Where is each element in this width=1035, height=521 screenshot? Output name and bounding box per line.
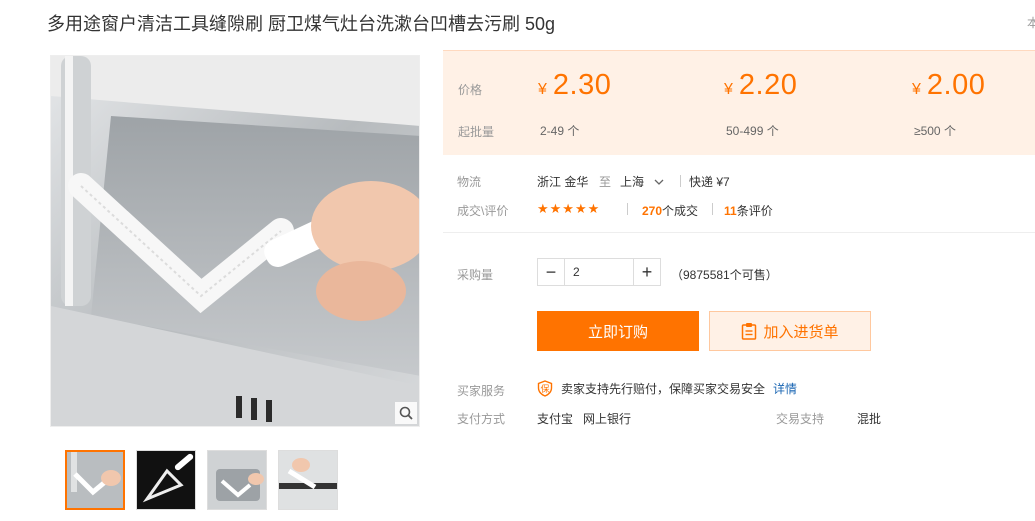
- chevron-down-icon: [654, 179, 664, 185]
- shipping-fee: 快递 ¥7: [689, 175, 730, 189]
- price-label: 价格: [458, 83, 483, 97]
- price-panel: 价格 起批量 ¥2.30 2-49 个 ¥2.20 50-499 个 ¥2.00…: [443, 50, 1035, 155]
- shield-badge-char: 保: [540, 384, 550, 394]
- thumbnail-1[interactable]: [65, 450, 125, 510]
- payment-method-alipay: 支付宝: [537, 412, 574, 426]
- stock-available: （9875581个可售）: [671, 268, 778, 282]
- reviews-count: 11: [724, 204, 737, 218]
- main-product-image[interactable]: [50, 55, 420, 427]
- divider: [680, 175, 681, 187]
- batch-label: 起批量: [458, 125, 495, 139]
- payment-label: 支付方式: [457, 412, 506, 426]
- rating-stars: ★★★★★: [537, 201, 601, 216]
- divider: [712, 203, 713, 215]
- buyer-service-label: 买家服务: [457, 384, 506, 398]
- price-tier-2: ¥2.20: [724, 69, 797, 102]
- guarantee-details-link[interactable]: 详情: [773, 380, 797, 397]
- batch-range-2: 50-499 个: [726, 124, 779, 138]
- guarantee-row: 保 卖家支持先行赔付，保障买家交易安全 详情: [537, 380, 797, 397]
- currency-symbol: ¥: [912, 81, 921, 98]
- section-divider: [443, 232, 1035, 233]
- thumbnail-3[interactable]: [207, 450, 267, 510]
- price-tier-3: ¥2.00: [912, 69, 985, 102]
- increase-quantity-button[interactable]: +: [634, 259, 660, 285]
- product-title: 多用途窗户清洁工具缝隙刷 厨卫煤气灶台洗漱台凹槽去污刷 50g: [47, 14, 556, 34]
- deals-count-link[interactable]: 270个成交: [642, 202, 698, 219]
- deals-suffix: 个成交: [662, 204, 699, 218]
- add-to-purchase-list-button[interactable]: 加入进货单: [709, 311, 871, 351]
- quantity-stepper: − +: [537, 258, 661, 286]
- price-value: 2.20: [738, 69, 798, 101]
- logistics-label: 物流: [457, 175, 482, 189]
- currency-symbol: ¥: [538, 81, 547, 98]
- ship-to-select[interactable]: 上海: [620, 173, 664, 190]
- quantity-input[interactable]: [564, 259, 634, 285]
- ship-to-city: 上海: [620, 175, 645, 189]
- price-value: 2.30: [552, 69, 612, 101]
- reviews-label: 成交\评价: [457, 204, 509, 218]
- price-value: 2.00: [926, 69, 986, 101]
- payment-method-bank: 网上银行: [583, 412, 632, 426]
- buy-now-button[interactable]: 立即订购: [537, 311, 699, 351]
- add-to-list-label: 加入进货单: [763, 323, 839, 341]
- ship-from: 浙江 金华: [537, 175, 589, 189]
- batch-range-3: ≥500 个: [914, 124, 956, 138]
- ship-to-word: 至: [599, 175, 612, 189]
- batch-range-1: 2-49 个: [540, 124, 580, 138]
- price-tier-1: ¥2.30: [538, 69, 611, 102]
- guarantee-text: 卖家支持先行赔付，保障买家交易安全: [561, 382, 766, 396]
- clipboard-icon: [742, 323, 757, 340]
- divider: [627, 203, 628, 215]
- deals-count: 270: [642, 204, 663, 218]
- product-photo: [51, 56, 419, 426]
- title-overflow-text: 本: [1027, 16, 1035, 30]
- thumbnail-2[interactable]: [136, 450, 196, 510]
- trade-support-value: 混批: [857, 412, 882, 426]
- reviews-suffix: 条评价: [736, 204, 773, 218]
- shield-badge-icon: 保: [537, 380, 553, 397]
- trade-support-label: 交易支持: [776, 412, 825, 426]
- currency-symbol: ¥: [724, 81, 733, 98]
- magnifier-icon[interactable]: [395, 402, 417, 424]
- reviews-count-link[interactable]: 11条评价: [724, 202, 773, 219]
- quantity-label: 采购量: [457, 268, 494, 282]
- thumbnail-4[interactable]: [278, 450, 338, 510]
- thumbnail-strip: [65, 450, 338, 510]
- decrease-quantity-button[interactable]: −: [538, 259, 564, 285]
